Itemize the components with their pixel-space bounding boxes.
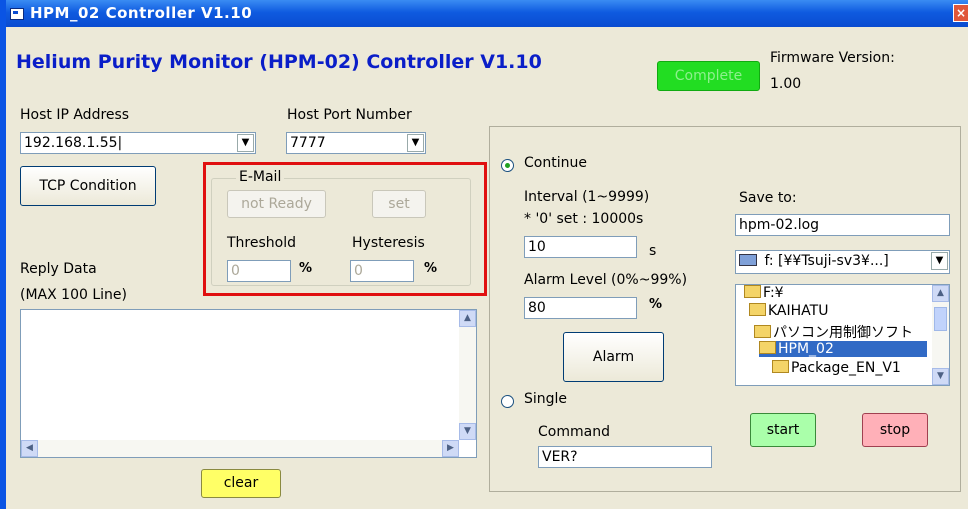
host-port-combo[interactable]: 7777 ▼ bbox=[286, 132, 426, 154]
folder-tree[interactable]: F:¥ KAIHATU パソコン用制御ソフト HPM_02 Package_EN… bbox=[735, 284, 950, 386]
host-ip-combo[interactable]: 192.168.1.55| ▼ bbox=[20, 132, 256, 154]
network-drive-icon bbox=[739, 254, 757, 266]
host-ip-value: 192.168.1.55| bbox=[24, 135, 123, 151]
alarm-level-input[interactable]: 80 bbox=[524, 297, 637, 319]
horizontal-scrollbar[interactable] bbox=[21, 440, 459, 457]
save-filename-input[interactable]: hpm-02.log bbox=[735, 214, 950, 236]
threshold-input[interactable]: 0 bbox=[227, 260, 291, 282]
single-label: Single bbox=[524, 391, 568, 407]
save-to-label: Save to: bbox=[739, 190, 797, 206]
host-port-label: Host Port Number bbox=[287, 107, 412, 123]
threshold-unit: % bbox=[299, 261, 313, 276]
tree-item-selected[interactable]: HPM_02 bbox=[759, 341, 927, 357]
scroll-up-icon[interactable]: ▲ bbox=[932, 285, 949, 302]
vertical-scrollbar[interactable] bbox=[459, 310, 476, 440]
scroll-down-icon[interactable]: ▼ bbox=[932, 368, 949, 385]
host-ip-label: Host IP Address bbox=[20, 107, 130, 123]
command-label: Command bbox=[538, 424, 610, 440]
interval-input[interactable]: 10 bbox=[524, 236, 637, 258]
threshold-label: Threshold bbox=[227, 235, 296, 251]
reply-data-textarea[interactable]: ▲ ▼ ◀ ▶ bbox=[20, 309, 477, 458]
continue-radio[interactable] bbox=[501, 159, 514, 172]
interval-label: Interval (1~9999) bbox=[524, 189, 650, 205]
tree-item[interactable]: Package_EN_V1 bbox=[772, 360, 901, 376]
tree-item[interactable]: パソコン用制御ソフト bbox=[754, 322, 913, 342]
drive-value: f: [¥¥Tsuji-sv3¥...] bbox=[764, 253, 889, 269]
clear-button[interactable]: clear bbox=[201, 469, 281, 498]
hysteresis-input[interactable]: 0 bbox=[350, 260, 414, 282]
firmware-label: Firmware Version: bbox=[770, 50, 895, 66]
close-icon: × bbox=[955, 6, 967, 20]
email-not-ready-button[interactable]: not Ready bbox=[227, 190, 326, 218]
reply-label-line1: Reply Data bbox=[20, 261, 97, 277]
host-port-value: 7777 bbox=[290, 135, 326, 151]
reply-label-line2: (MAX 100 Line) bbox=[20, 287, 127, 303]
interval-note: * '0' set : 10000s bbox=[524, 211, 644, 227]
scroll-thumb[interactable] bbox=[934, 307, 947, 331]
email-legend: E-Mail bbox=[236, 169, 285, 185]
close-button[interactable]: × bbox=[953, 4, 968, 22]
folder-open-icon bbox=[754, 325, 771, 338]
app-title: Helium Purity Monitor (HPM-02) Controlle… bbox=[16, 51, 542, 73]
folder-open-icon bbox=[744, 285, 761, 298]
app-icon bbox=[10, 8, 24, 20]
interval-unit: s bbox=[649, 243, 657, 259]
chevron-down-icon[interactable]: ▼ bbox=[407, 134, 424, 152]
title-bar[interactable]: HPM_02 Controller V1.10 bbox=[6, 0, 968, 27]
email-set-button[interactable]: set bbox=[372, 190, 426, 218]
folder-icon bbox=[772, 360, 789, 373]
tree-item[interactable]: F:¥ bbox=[744, 285, 784, 301]
alarm-level-label: Alarm Level (0%~99%) bbox=[524, 272, 688, 288]
command-input[interactable]: VER? bbox=[538, 446, 712, 468]
alarm-button[interactable]: Alarm bbox=[563, 332, 664, 382]
start-button[interactable]: start bbox=[750, 413, 816, 447]
scroll-right-icon[interactable]: ▶ bbox=[442, 440, 459, 457]
hysteresis-unit: % bbox=[424, 261, 438, 276]
alarm-level-unit: % bbox=[649, 297, 663, 312]
chevron-down-icon[interactable]: ▼ bbox=[931, 252, 948, 270]
scroll-down-icon[interactable]: ▼ bbox=[459, 423, 476, 440]
scroll-left-icon[interactable]: ◀ bbox=[21, 440, 38, 457]
continue-label: Continue bbox=[524, 155, 587, 171]
status-complete-button[interactable]: Complete bbox=[657, 61, 760, 91]
tree-item[interactable]: KAIHATU bbox=[749, 303, 828, 319]
firmware-value: 1.00 bbox=[770, 76, 802, 92]
hysteresis-label: Hysteresis bbox=[352, 235, 425, 251]
main-window: HPM_02 Controller V1.10 × Helium Purity … bbox=[0, 0, 968, 509]
folder-open-icon bbox=[749, 303, 766, 316]
drive-combo[interactable]: f: [¥¥Tsuji-sv3¥...] ▼ bbox=[735, 250, 950, 274]
chevron-down-icon[interactable]: ▼ bbox=[237, 134, 254, 152]
stop-button[interactable]: stop bbox=[862, 413, 928, 447]
folder-open-icon bbox=[759, 341, 776, 354]
scroll-up-icon[interactable]: ▲ bbox=[459, 310, 476, 327]
single-radio[interactable] bbox=[501, 395, 514, 408]
tcp-condition-button[interactable]: TCP Condition bbox=[20, 166, 156, 206]
window-title: HPM_02 Controller V1.10 bbox=[30, 4, 253, 22]
